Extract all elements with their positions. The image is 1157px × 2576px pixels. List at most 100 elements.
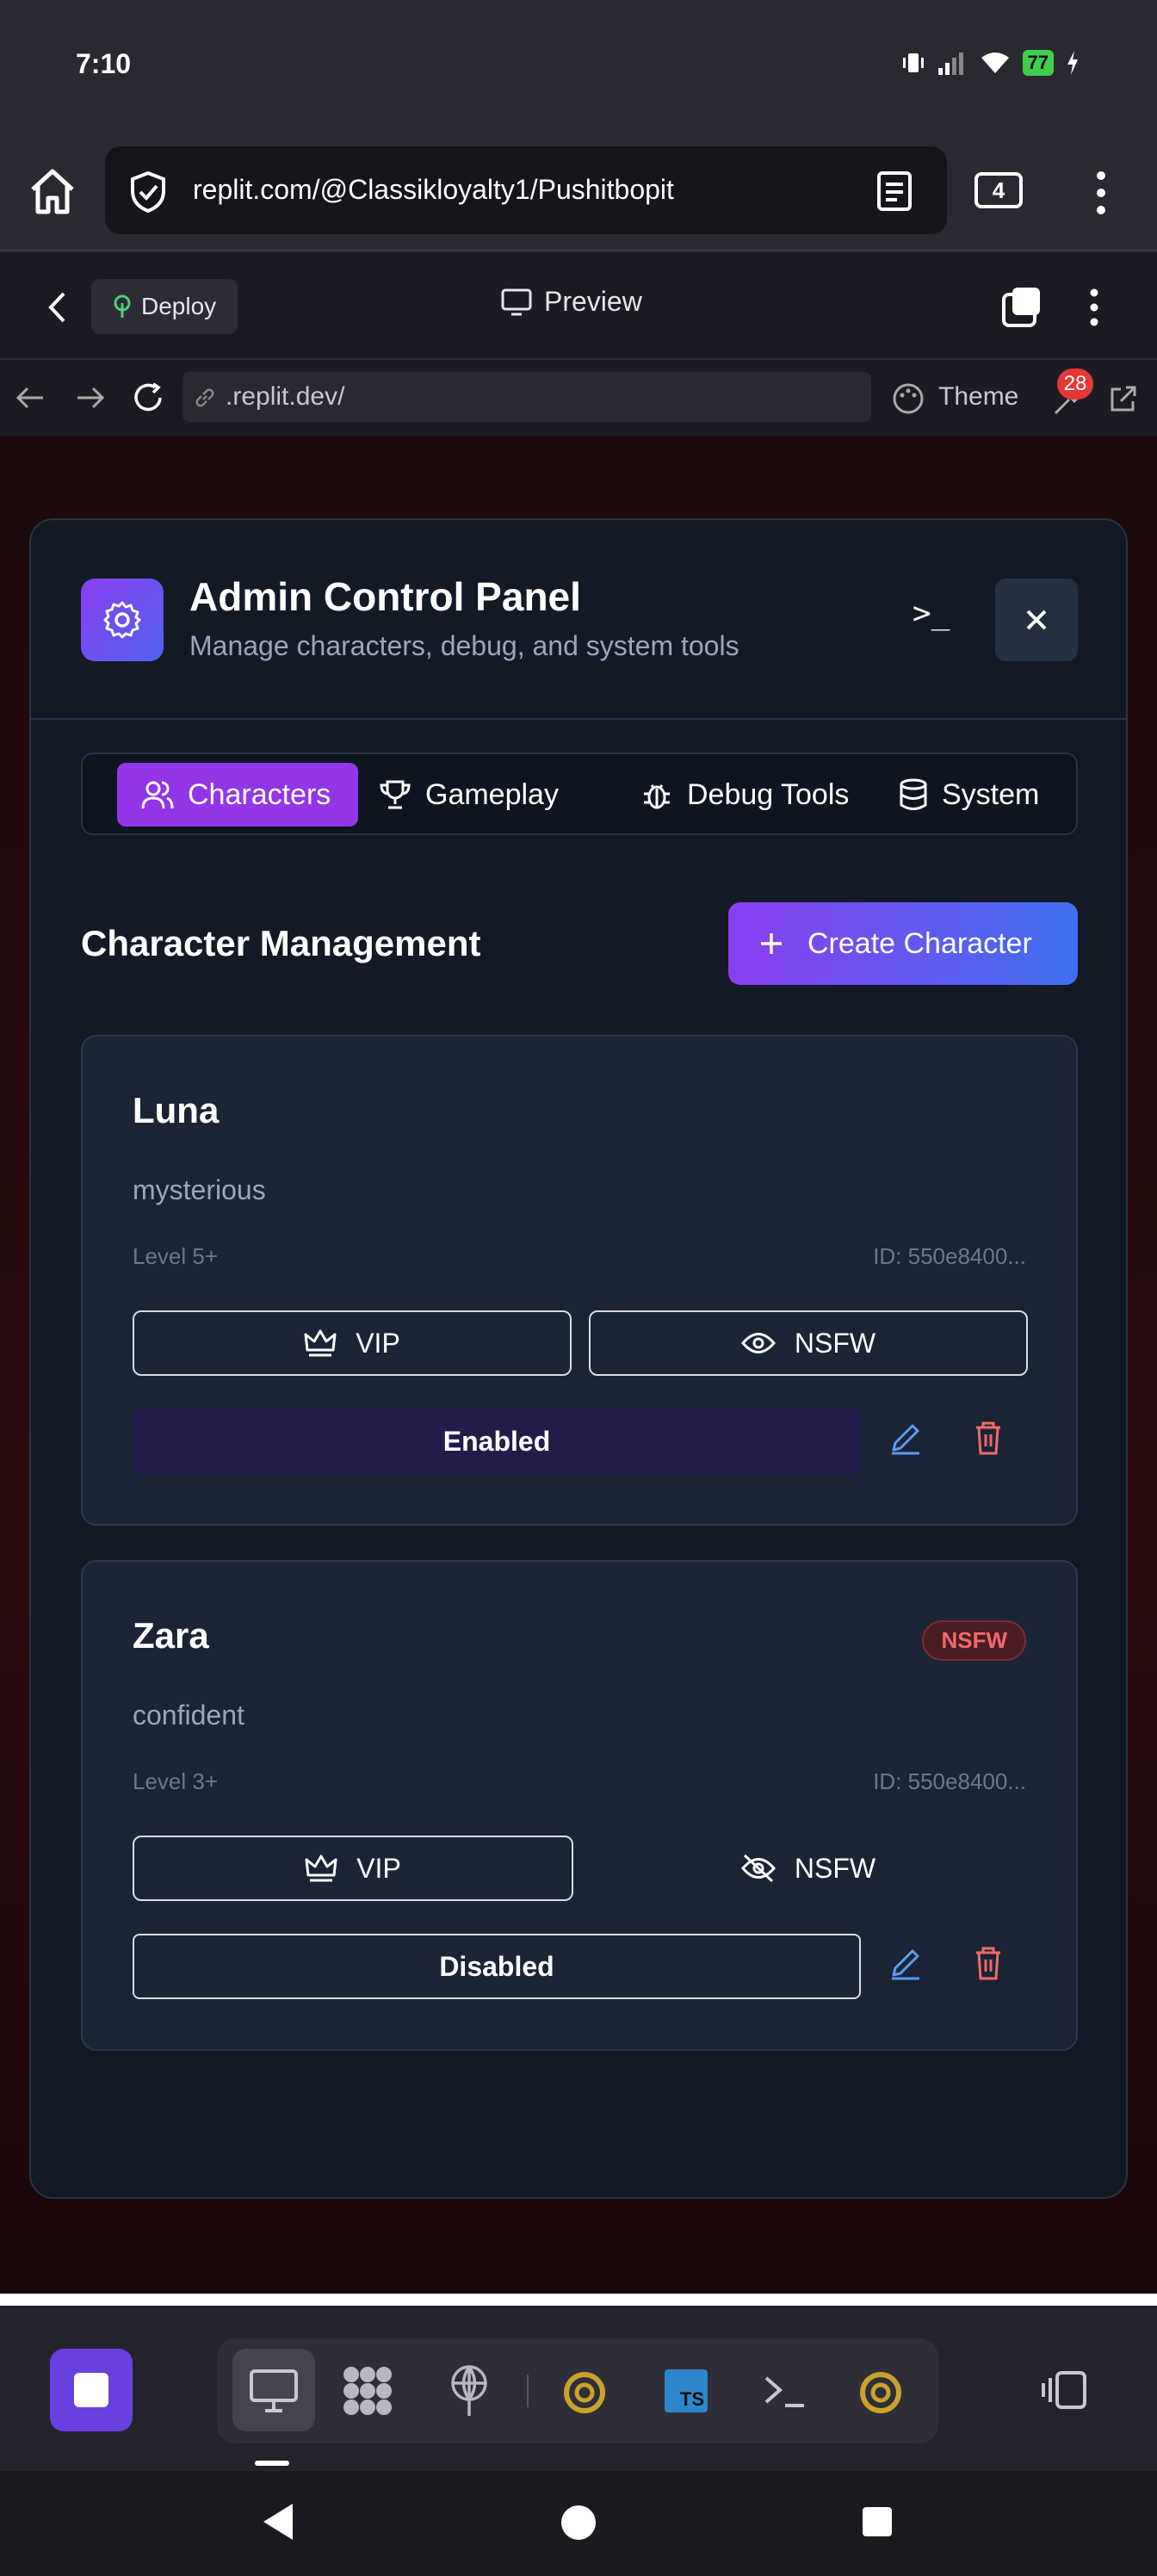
vip-label: VIP xyxy=(356,1852,401,1884)
tab-characters[interactable]: Characters xyxy=(117,763,358,827)
shell-icon[interactable] xyxy=(763,2373,807,2409)
character-name: Zara xyxy=(133,1615,209,1656)
url-text: replit.com/@Classikloyalty1/Pushitbopit xyxy=(193,174,674,205)
deploy-icon xyxy=(114,294,131,318)
system-navigation-bar xyxy=(0,2471,1157,2576)
preview-address-field[interactable]: .replit.dev/ xyxy=(183,372,871,422)
tab-system[interactable]: System xyxy=(899,763,1071,827)
eye-icon xyxy=(740,1333,776,1353)
reader-mode-icon[interactable] xyxy=(876,170,913,212)
bug-icon xyxy=(644,784,670,809)
status-bar: 7:10 77 xyxy=(0,0,1157,129)
gear-icon xyxy=(103,601,141,639)
browser-toolbar: replit.com/@Classikloyalty1/Pushitbopit … xyxy=(0,129,1157,251)
window-icon[interactable] xyxy=(1000,286,1043,329)
nav-back-icon[interactable] xyxy=(15,386,45,410)
character-personality: confident xyxy=(133,1700,244,1731)
back-chevron-icon[interactable] xyxy=(46,291,67,324)
deploy-button[interactable]: Deploy xyxy=(91,279,238,334)
users-icon xyxy=(141,781,174,809)
create-character-label: Create Character xyxy=(807,926,1032,960)
palette-icon[interactable] xyxy=(892,382,925,415)
url-bar[interactable]: replit.com/@Classikloyalty1/Pushitbopit xyxy=(105,146,947,234)
python-file-2-icon[interactable] xyxy=(859,2371,902,2414)
close-button[interactable] xyxy=(995,579,1078,661)
taskbar: TS xyxy=(0,2306,1157,2471)
nav-back-triangle-icon[interactable] xyxy=(260,2502,296,2542)
reload-icon[interactable] xyxy=(133,382,165,413)
vibrate-icon xyxy=(902,53,924,72)
wifi-icon xyxy=(981,53,1009,73)
home-icon[interactable] xyxy=(28,167,77,215)
trash-icon[interactable] xyxy=(973,1419,1004,1457)
status-time: 7:10 xyxy=(76,48,132,79)
admin-panel-modal: Admin Control Panel Manage characters, d… xyxy=(29,518,1128,2199)
terminal-button[interactable]: >_ xyxy=(913,596,950,631)
tab-label: Characters xyxy=(188,777,331,811)
square-icon xyxy=(74,2373,108,2407)
status-toggle-button[interactable]: Disabled xyxy=(133,1934,861,1999)
create-character-button[interactable]: Create Character xyxy=(728,902,1078,985)
vip-toggle[interactable]: VIP xyxy=(133,1310,572,1376)
settings-gear-tile xyxy=(81,579,164,661)
vip-label: VIP xyxy=(356,1327,400,1359)
typescript-file-icon[interactable]: TS xyxy=(665,2369,708,2412)
status-toggle-button[interactable]: Enabled xyxy=(133,1409,861,1474)
character-card: Zara NSFW confident Level 3+ ID: 550e840… xyxy=(81,1560,1078,2051)
tab-label: Gameplay xyxy=(425,777,559,811)
nsfw-toggle[interactable]: NSFW xyxy=(589,1836,1028,1901)
modal-title: Admin Control Panel xyxy=(189,574,581,619)
charging-icon xyxy=(1067,51,1078,75)
character-level: Level 5+ xyxy=(133,1243,219,1269)
python-file-icon[interactable] xyxy=(563,2371,606,2414)
nav-home-circle-icon[interactable] xyxy=(560,2504,597,2542)
database-icon xyxy=(900,778,927,810)
external-link-icon[interactable] xyxy=(1109,384,1138,413)
nsfw-label: NSFW xyxy=(794,1327,876,1359)
plus-icon xyxy=(761,933,782,954)
globe-deploy-icon[interactable] xyxy=(448,2364,491,2418)
character-card: Luna mysterious Level 5+ ID: 550e8400...… xyxy=(81,1035,1078,1526)
status-icons: 77 xyxy=(902,50,1080,76)
modal-subtitle: Manage characters, debug, and system too… xyxy=(189,630,739,661)
trash-icon[interactable] xyxy=(973,1944,1004,1982)
monitor-icon xyxy=(501,288,532,315)
deploy-label: Deploy xyxy=(141,293,217,319)
nav-recents-square-icon[interactable] xyxy=(861,2505,894,2538)
battery-level: 77 xyxy=(1022,50,1054,76)
tab-label: Debug Tools xyxy=(687,777,850,811)
tools-badge: 28 xyxy=(1057,368,1093,399)
tab-debug-tools[interactable]: Debug Tools xyxy=(640,763,873,827)
crown-icon xyxy=(304,1329,337,1357)
vip-toggle[interactable]: VIP xyxy=(133,1836,573,1901)
split-screen-icon[interactable] xyxy=(1040,2369,1088,2411)
active-indicator xyxy=(255,2461,289,2466)
nsfw-badge: NSFW xyxy=(922,1620,1026,1661)
modal-header: Admin Control Panel Manage characters, d… xyxy=(31,520,1126,720)
app-dock: TS xyxy=(217,2338,938,2443)
tab-gameplay[interactable]: Gameplay xyxy=(379,763,568,827)
tab-label: System xyxy=(942,777,1040,811)
eye-off-icon xyxy=(740,1854,776,1883)
nav-forward-icon[interactable] xyxy=(76,386,105,410)
replit-toolbar: Deploy Preview xyxy=(0,253,1157,360)
desktop-icon[interactable] xyxy=(248,2368,300,2414)
theme-label[interactable]: Theme xyxy=(938,382,1018,412)
crown-icon xyxy=(305,1855,337,1882)
link-icon xyxy=(195,388,214,407)
tab-switcher-button[interactable]: 4 xyxy=(974,172,1023,208)
app-drawer-button[interactable] xyxy=(50,2349,133,2431)
edit-pencil-icon[interactable] xyxy=(888,1946,923,1980)
preview-label: Preview xyxy=(544,286,642,317)
overflow-menu-icon[interactable] xyxy=(1095,170,1107,215)
close-icon xyxy=(1026,610,1047,630)
admin-tabs: Characters Gameplay Debug Tools System xyxy=(81,752,1078,835)
more-vertical-icon[interactable] xyxy=(1088,288,1100,327)
character-level: Level 3+ xyxy=(133,1768,219,1794)
shield-check-icon xyxy=(131,170,165,214)
nsfw-toggle[interactable]: NSFW xyxy=(589,1310,1028,1376)
edit-pencil-icon[interactable] xyxy=(888,1421,923,1455)
apps-grid-icon[interactable] xyxy=(341,2364,394,2418)
character-id: ID: 550e8400... xyxy=(873,1768,1026,1794)
preview-tab[interactable]: Preview xyxy=(501,286,642,318)
